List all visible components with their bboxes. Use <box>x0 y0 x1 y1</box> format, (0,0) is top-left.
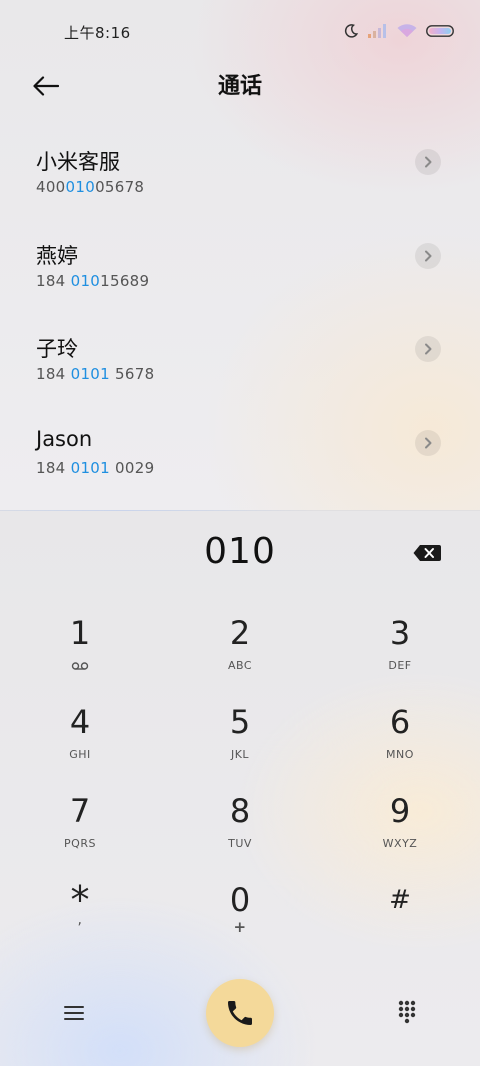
contact-number: 40001005678 <box>36 178 144 196</box>
delete-button[interactable] <box>412 542 442 564</box>
key-6[interactable]: 6 MNO <box>320 692 480 781</box>
contact-item[interactable]: 子玲 184 0101 5678 <box>0 317 480 411</box>
key-letters: JKL <box>230 748 250 761</box>
chevron-right-icon <box>425 156 432 168</box>
number-match: 010 <box>65 178 96 196</box>
chevron-right-icon <box>425 250 432 261</box>
key-5[interactable]: 5 JKL <box>160 692 320 781</box>
contact-item[interactable]: 燕婷 184 01015689 <box>0 224 480 318</box>
phone-icon <box>228 1001 252 1025</box>
contact-name: 燕婷 <box>36 243 78 268</box>
number-prefix: 400 <box>36 178 66 196</box>
number-prefix: 184 <box>36 365 71 383</box>
key-letters: ABC <box>227 659 253 672</box>
contact-detail-button[interactable] <box>415 336 441 362</box>
key-digit: 3 <box>389 614 411 652</box>
signal-icon <box>368 24 386 38</box>
key-letters: + <box>233 918 247 936</box>
dialpad-toggle-button[interactable] <box>392 997 422 1027</box>
contact-name: 小米客服 <box>36 150 120 174</box>
key-letters: TUV <box>228 837 252 850</box>
header: 通话 <box>0 60 480 108</box>
moon-icon <box>344 24 359 38</box>
number-suffix: 15689 <box>100 271 150 290</box>
wifi-icon <box>397 24 417 37</box>
contact-detail-button[interactable] <box>415 149 441 175</box>
call-button[interactable] <box>206 979 274 1047</box>
menu-icon <box>64 1006 84 1020</box>
key-4[interactable]: 4 GHI <box>0 692 160 781</box>
dialpad-icon <box>398 1000 416 1024</box>
key-hash[interactable]: # <box>320 870 480 959</box>
battery-icon <box>426 25 454 37</box>
dialer-panel: 010 1 2 ABC 3 DEF 4 GHI 5 JKL 6 MNO 7 PQ… <box>0 510 480 1066</box>
dial-input-display[interactable]: 010 <box>0 531 480 572</box>
key-letters: GHI <box>69 748 91 761</box>
key-digit: 6 <box>389 703 411 741</box>
number-prefix: 184 <box>36 271 71 290</box>
number-match: 0101 <box>70 365 110 383</box>
key-digit: 9 <box>389 792 411 830</box>
key-0[interactable]: 0 + <box>160 870 320 959</box>
key-digit: 4 <box>69 703 91 741</box>
key-3[interactable]: 3 DEF <box>320 603 480 692</box>
key-digit: # <box>389 885 411 915</box>
number-suffix: 0029 <box>109 458 155 477</box>
number-match: 0101 <box>70 458 110 477</box>
key-digit: 7 <box>69 792 91 830</box>
key-letters: MNO <box>386 748 414 761</box>
number-suffix: 05678 <box>95 178 145 196</box>
key-2[interactable]: 2 ABC <box>160 603 320 692</box>
key-letters: WXYZ <box>382 837 418 850</box>
status-icons <box>343 23 454 39</box>
contact-number: 184 01015689 <box>36 272 149 290</box>
number-match: 010 <box>70 271 101 290</box>
key-letters: DEF <box>388 659 412 672</box>
key-8[interactable]: 8 TUV <box>160 781 320 870</box>
contact-name: Jason <box>36 426 93 451</box>
dialer-bottom-bar <box>0 979 480 1049</box>
key-digit: 0 <box>229 881 251 919</box>
contact-detail-button[interactable] <box>415 242 441 269</box>
chevron-right-icon <box>425 343 432 355</box>
key-9[interactable]: 9 WXYZ <box>320 781 480 870</box>
voicemail-icon <box>71 662 89 670</box>
chevron-right-icon <box>425 437 432 448</box>
number-suffix: 5678 <box>109 365 155 383</box>
status-time: 上午8:16 <box>64 24 131 42</box>
key-7[interactable]: 7 PQRS <box>0 781 160 870</box>
key-digit: 1 <box>69 614 91 652</box>
key-digit: 5 <box>229 703 251 741</box>
backspace-icon <box>413 545 441 561</box>
key-letters: , <box>77 912 83 928</box>
number-prefix: 184 <box>36 458 71 477</box>
contact-list: 小米客服 40001005678 燕婷 184 01015689 子玲 184 … <box>0 130 480 504</box>
key-digit: 2 <box>229 614 251 652</box>
key-letters: PQRS <box>64 837 96 850</box>
contact-item[interactable]: 小米客服 40001005678 <box>0 130 480 224</box>
key-star[interactable]: * , <box>0 870 160 959</box>
contact-name: 子玲 <box>36 337 78 361</box>
contact-number: 184 0101 0029 <box>36 459 154 477</box>
status-bar: 上午8:16 <box>0 0 480 62</box>
page-title: 通话 <box>217 74 262 99</box>
contact-detail-button[interactable] <box>415 429 441 456</box>
contact-item[interactable]: Jason 184 0101 0029 <box>0 411 480 505</box>
key-1[interactable]: 1 <box>0 603 160 692</box>
key-digit: 8 <box>229 792 251 830</box>
contact-number: 184 0101 5678 <box>36 365 154 383</box>
menu-button[interactable] <box>60 999 88 1027</box>
